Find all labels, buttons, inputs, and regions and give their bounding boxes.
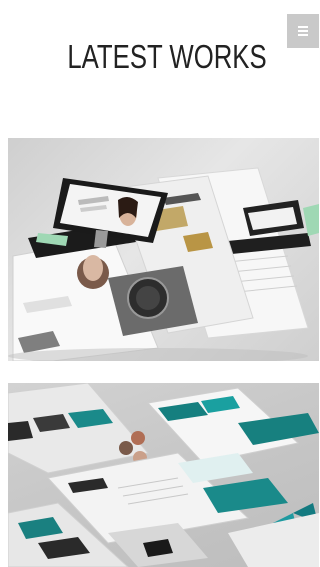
portfolio-item-1[interactable] (8, 138, 319, 361)
portfolio-image-1 (8, 167, 319, 361)
portfolio-item-2[interactable] (8, 383, 319, 567)
portfolio-image-2 (8, 383, 319, 567)
hamburger-menu-icon (298, 26, 308, 36)
page-title: LATEST WORKS (67, 38, 267, 75)
